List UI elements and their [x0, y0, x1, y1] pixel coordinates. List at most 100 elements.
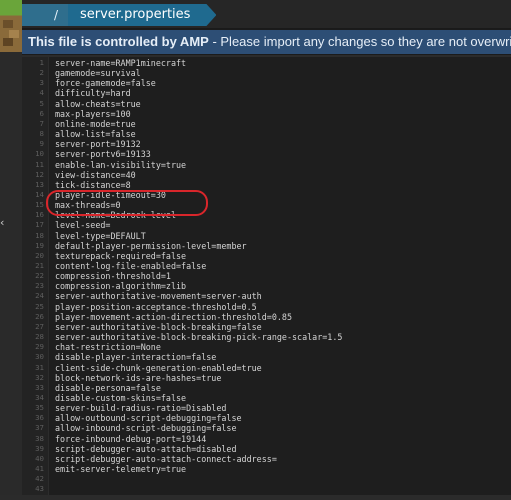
- code-line[interactable]: 2 gamemode=survival: [40, 68, 511, 78]
- line-text[interactable]: difficulty=hard: [55, 88, 131, 98]
- code-line[interactable]: 30 disable-player-interaction=false: [35, 352, 511, 362]
- code-line[interactable]: 31 client-side-chunk-generation-enabled=t…: [35, 363, 511, 373]
- code-line[interactable]: 9 server-port=19132: [40, 139, 511, 149]
- line-text[interactable]: content-log-file-enabled=false: [55, 261, 206, 271]
- line-number: 33: [35, 382, 44, 392]
- line-text[interactable]: server-build-radius-ratio=Disabled: [55, 403, 226, 413]
- code-line[interactable]: 4 difficulty=hard: [40, 88, 511, 98]
- code-line[interactable]: 8 allow-list=false: [40, 129, 511, 139]
- line-text[interactable]: player-position-acceptance-threshold=0.5: [55, 302, 257, 312]
- code-line[interactable]: 10 server-portv6=19133: [35, 149, 511, 159]
- line-number: 1: [39, 58, 44, 67]
- code-line[interactable]: 7 online-mode=true: [40, 119, 511, 129]
- minecraft-block-icon[interactable]: [0, 0, 22, 52]
- line-text[interactable]: texturepack-required=false: [55, 251, 186, 261]
- line-text[interactable]: enable-lan-visibility=true: [55, 160, 186, 170]
- code-line[interactable]: 1 server-name=RAMP1minecraft: [40, 58, 511, 68]
- line-text[interactable]: force-gamemode=false: [55, 78, 156, 88]
- line-text[interactable]: server-authoritative-movement=server-aut…: [55, 291, 262, 301]
- line-number: 17: [35, 220, 44, 230]
- code-line[interactable]: 21 content-log-file-enabled=false: [35, 261, 511, 271]
- line-text[interactable]: disable-player-interaction=false: [55, 352, 216, 362]
- line-text[interactable]: gamemode=survival: [55, 68, 141, 78]
- code-editor[interactable]: 1 server-name=RAMP1minecraft 2 gamemode=sur…: [22, 55, 511, 495]
- code-line[interactable]: 14 player-idle-timeout=30: [35, 190, 511, 200]
- line-text[interactable]: compression-threshold=1: [55, 271, 171, 281]
- line-number: 42: [35, 474, 44, 484]
- breadcrumb-current-file[interactable]: server.properties: [68, 4, 216, 26]
- code-line[interactable]: 26 player-movement-action-direction-thres…: [35, 312, 511, 322]
- line-number: 11: [35, 159, 44, 169]
- line-text[interactable]: emit-server-telemetry=true: [55, 464, 186, 474]
- code-area[interactable]: 1 server-name=RAMP1minecraft 2 gamemode=sur…: [35, 57, 511, 495]
- code-line[interactable]: 17 level-seed=: [35, 220, 511, 230]
- line-number: 25: [35, 301, 44, 311]
- line-text[interactable]: block-network-ids-are-hashes=true: [55, 373, 221, 383]
- code-line[interactable]: 39 script-debugger-auto-attach=disabled: [35, 444, 511, 454]
- line-text[interactable]: disable-persona=false: [55, 383, 161, 393]
- line-text[interactable]: force-inbound-debug-port=19144: [55, 434, 206, 444]
- breadcrumb-root[interactable]: [22, 4, 44, 26]
- line-text[interactable]: compression-algorithm=zlib: [55, 281, 186, 291]
- line-text[interactable]: script-debugger-auto-attach=disabled: [55, 444, 237, 454]
- line-text[interactable]: server-authoritative-block-breaking-pick…: [55, 332, 342, 342]
- line-number: 23: [35, 281, 44, 291]
- code-line[interactable]: 34 disable-custom-skins=false: [35, 393, 511, 403]
- code-line[interactable]: 13 tick-distance=8: [35, 180, 511, 190]
- editor-scrollbar[interactable]: [501, 57, 511, 495]
- line-text[interactable]: player-idle-timeout=30: [55, 190, 166, 200]
- line-text[interactable]: chat-restriction=None: [55, 342, 161, 352]
- code-line[interactable]: 19 default-player-permission-level=member: [35, 241, 511, 251]
- code-line[interactable]: 42: [35, 474, 511, 484]
- breadcrumb-separator[interactable]: /: [44, 4, 68, 26]
- code-line[interactable]: 11 enable-lan-visibility=true: [35, 160, 511, 170]
- line-text[interactable]: level-seed=: [55, 220, 110, 230]
- code-line[interactable]: 22 compression-threshold=1: [35, 271, 511, 281]
- line-text[interactable]: server-authoritative-block-breaking=fals…: [55, 322, 262, 332]
- code-line[interactable]: 24 server-authoritative-movement=server-a…: [35, 291, 511, 301]
- line-text[interactable]: max-threads=0: [55, 200, 121, 210]
- chevron-left-icon[interactable]: ‹: [0, 216, 4, 229]
- code-line[interactable]: 32 block-network-ids-are-hashes=true: [35, 373, 511, 383]
- code-line[interactable]: 6 max-players=100: [40, 109, 511, 119]
- line-text[interactable]: server-port=19132: [55, 139, 141, 149]
- code-line[interactable]: 36 allow-outbound-script-debugging=false: [35, 413, 511, 423]
- line-text[interactable]: online-mode=true: [55, 119, 136, 129]
- code-line[interactable]: 38 force-inbound-debug-port=19144: [35, 434, 511, 444]
- code-line[interactable]: 37 allow-inbound-script-debugging=false: [35, 423, 511, 433]
- code-line[interactable]: 28 server-authoritative-block-breaking-pi…: [35, 332, 511, 342]
- code-line[interactable]: 15 max-threads=0: [35, 200, 511, 210]
- line-text[interactable]: level-type=DEFAULT: [55, 231, 146, 241]
- line-text[interactable]: allow-inbound-script-debugging=false: [55, 423, 237, 433]
- line-text[interactable]: disable-custom-skins=false: [55, 393, 186, 403]
- line-text[interactable]: client-side-chunk-generation-enabled=tru…: [55, 363, 262, 373]
- line-text[interactable]: player-movement-action-direction-thresho…: [55, 312, 292, 322]
- line-text[interactable]: server-portv6=19133: [55, 149, 151, 159]
- code-line[interactable]: 33 disable-persona=false: [35, 383, 511, 393]
- code-line[interactable]: 43: [35, 484, 511, 494]
- line-number: 40: [35, 453, 44, 463]
- code-line[interactable]: 27 server-authoritative-block-breaking=fa…: [35, 322, 511, 332]
- line-text[interactable]: level-name=Bedrock level: [55, 210, 176, 220]
- line-text[interactable]: tick-distance=8: [55, 180, 131, 190]
- code-line[interactable]: 29 chat-restriction=None: [35, 342, 511, 352]
- code-line[interactable]: 20 texturepack-required=false: [35, 251, 511, 261]
- code-line[interactable]: 41 emit-server-telemetry=true: [35, 464, 511, 474]
- line-text[interactable]: default-player-permission-level=member: [55, 241, 247, 251]
- code-line[interactable]: 25 player-position-acceptance-threshold=0…: [35, 302, 511, 312]
- code-line[interactable]: 16 level-name=Bedrock level: [35, 210, 511, 220]
- line-text[interactable]: allow-cheats=true: [55, 99, 141, 109]
- code-line[interactable]: 23 compression-algorithm=zlib: [35, 281, 511, 291]
- line-text[interactable]: allow-list=false: [55, 129, 136, 139]
- code-line[interactable]: 40 script-debugger-auto-attach-connect-ad…: [35, 454, 511, 464]
- code-line[interactable]: 3 force-gamemode=false: [40, 78, 511, 88]
- line-text[interactable]: server-name=RAMP1minecraft: [55, 58, 186, 68]
- code-line[interactable]: 12 view-distance=40: [35, 170, 511, 180]
- line-text[interactable]: script-debugger-auto-attach-connect-addr…: [55, 454, 277, 464]
- code-line[interactable]: 35 server-build-radius-ratio=Disabled: [35, 403, 511, 413]
- code-line[interactable]: 18 level-type=DEFAULT: [35, 231, 511, 241]
- line-text[interactable]: max-players=100: [55, 109, 131, 119]
- line-text[interactable]: allow-outbound-script-debugging=false: [55, 413, 242, 423]
- code-line[interactable]: 5 allow-cheats=true: [40, 99, 511, 109]
- line-text[interactable]: view-distance=40: [55, 170, 136, 180]
